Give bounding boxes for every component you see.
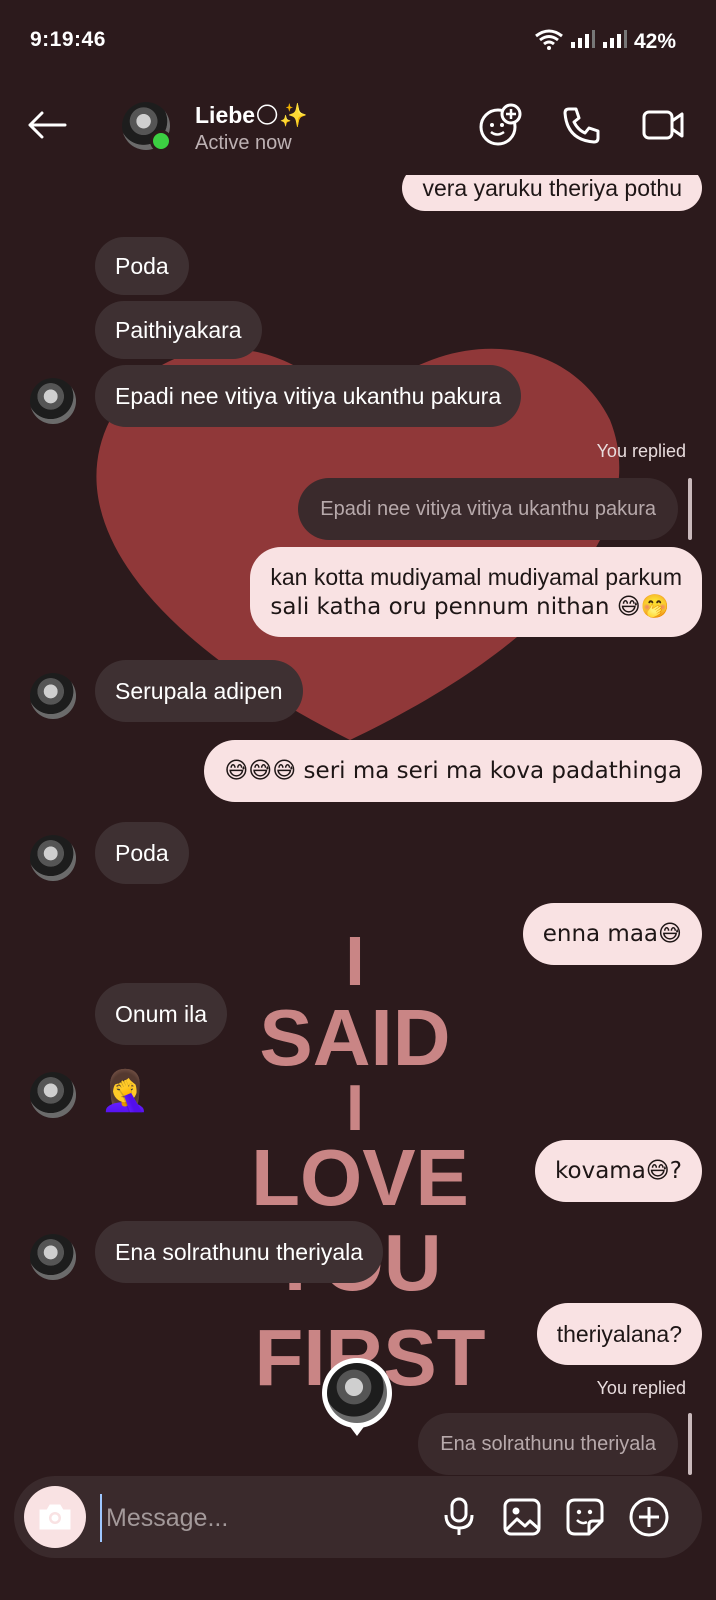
incoming-message[interactable]: Epadi nee vitiya vitiya ukanthu pakura: [95, 365, 522, 427]
status-indicators: 42%: [534, 28, 676, 56]
message-input[interactable]: [100, 1494, 408, 1542]
voice-message-button[interactable]: [434, 1492, 484, 1542]
reply-quote[interactable]: Ena solrathunu theriyala: [418, 1413, 678, 1475]
plus-circle-icon: [629, 1497, 669, 1537]
contact-name[interactable]: Liebe🌕✨: [195, 102, 308, 129]
outgoing-message[interactable]: kan kotta mudiyamal mudiyamal parkum sal…: [250, 547, 702, 637]
sender-avatar[interactable]: [30, 1234, 76, 1280]
status-time: 9:19:46: [30, 28, 106, 51]
online-status-dot: [150, 130, 172, 152]
message-list[interactable]: vera yaruku theriya pothu Poda Paithiyak…: [0, 165, 716, 1475]
contact-avatar[interactable]: [122, 102, 172, 152]
outgoing-message[interactable]: kovama😅?: [535, 1140, 702, 1202]
sticker-icon: [566, 1498, 604, 1536]
signal-icon-2: [602, 29, 628, 55]
incoming-message[interactable]: Serupala adipen: [95, 660, 303, 722]
sender-avatar[interactable]: [30, 1072, 76, 1118]
status-bar: 9:19:46 42%: [0, 0, 716, 80]
emoji-message[interactable]: 🤦‍♀️: [100, 1067, 150, 1114]
outgoing-message[interactable]: 😅😅😅 seri ma seri ma kova padathinga: [204, 740, 702, 802]
you-replied-label: You replied: [596, 1378, 686, 1398]
incoming-message[interactable]: Onum ila: [95, 983, 228, 1045]
message-composer: [14, 1476, 702, 1558]
gallery-button[interactable]: [497, 1492, 547, 1542]
message-line: sali katha oru pennum nithan 😅🤭: [270, 594, 670, 620]
reply-quote[interactable]: Epadi nee vitiya vitiya ukanthu pakura: [298, 478, 678, 540]
image-icon: [503, 1498, 541, 1536]
sender-avatar[interactable]: [30, 673, 76, 719]
outgoing-message[interactable]: enna maa😅: [522, 903, 702, 965]
phone-icon: [563, 107, 600, 144]
reply-indicator-bar: [688, 478, 692, 540]
incoming-message[interactable]: Ena solrathunu theriyala: [95, 1221, 384, 1283]
seen-avatar-pointer: [348, 1424, 366, 1436]
video-camera-icon: [642, 110, 684, 140]
camera-icon: [39, 1504, 71, 1530]
effects-button[interactable]: [475, 100, 525, 150]
you-replied-label: You replied: [596, 441, 686, 461]
wifi-icon: [534, 28, 564, 56]
sender-avatar[interactable]: [30, 378, 76, 424]
seen-avatar-bubble[interactable]: [322, 1358, 392, 1428]
voice-call-button[interactable]: [556, 100, 606, 150]
back-button[interactable]: [22, 100, 72, 150]
incoming-message[interactable]: Poda: [95, 237, 189, 295]
incoming-message[interactable]: Poda: [95, 822, 189, 884]
sender-avatar[interactable]: [30, 835, 76, 881]
more-options-button[interactable]: [624, 1492, 674, 1542]
battery-level: 42%: [633, 30, 676, 53]
chat-header: Liebe🌕✨ Active now: [0, 80, 716, 175]
video-call-button[interactable]: [638, 100, 688, 150]
outgoing-message[interactable]: theriyalana?: [536, 1303, 702, 1365]
incoming-message[interactable]: Paithiyakara: [95, 301, 262, 359]
reply-indicator-bar: [688, 1413, 692, 1475]
signal-icon: [570, 29, 596, 55]
arrow-left-icon: [28, 111, 67, 139]
microphone-icon: [444, 1497, 474, 1535]
smiley-plus-icon: [479, 103, 522, 146]
message-line: kan kotta mudiyamal mudiyamal parkum: [270, 564, 682, 590]
avatar: [327, 1363, 387, 1423]
contact-active-status: Active now: [195, 132, 292, 154]
sticker-button[interactable]: [560, 1492, 610, 1542]
camera-button[interactable]: [24, 1486, 86, 1548]
